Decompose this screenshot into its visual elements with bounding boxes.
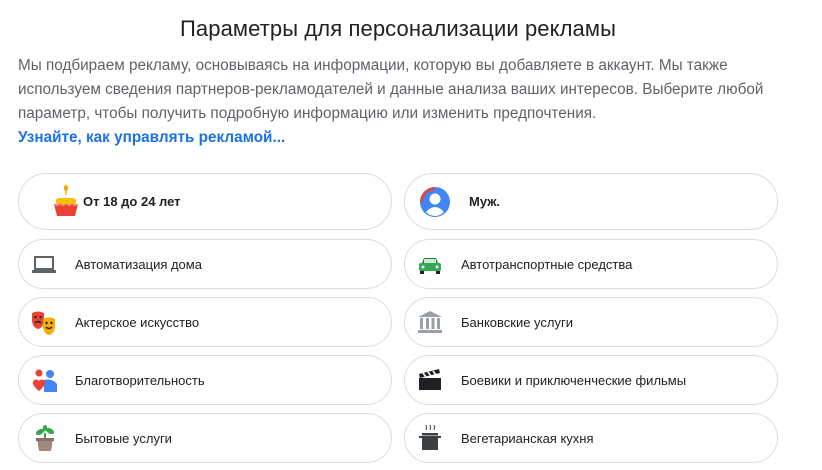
factor-card-vehicles[interactable]: Автотранспортные средства: [404, 239, 778, 289]
factor-label-charity: Благотворительность: [75, 372, 205, 388]
page-title: Параметры для персонализации рекламы: [179, 16, 617, 41]
factor-card-vegetarian[interactable]: Вегетарианская кухня: [404, 413, 778, 463]
clapperboard-icon: [419, 369, 441, 390]
theater-masks-icon: [32, 311, 55, 335]
factor-card-home-automation[interactable]: Автоматизация дома: [18, 239, 392, 289]
factor-label-gender: Муж.: [469, 194, 501, 209]
learn-more-link[interactable]: Узнайте, как управлять рекламой...: [18, 129, 285, 146]
person-avatar-icon: [420, 187, 450, 217]
factor-label-acting: Актерское искусство: [75, 314, 200, 330]
factor-card-charity[interactable]: Благотворительность: [18, 355, 392, 405]
factor-label-action-movies: Боевики и приключенческие фильмы: [461, 372, 687, 388]
car-icon: [419, 258, 441, 274]
factor-label-banking: Банковские услуги: [461, 314, 573, 330]
factor-label-age: От 18 до 24 лет: [83, 194, 181, 209]
factor-card-household-services[interactable]: Бытовые услуги: [18, 413, 392, 463]
factor-card-age[interactable]: От 18 до 24 лет: [18, 173, 392, 230]
factor-label-vehicles: Автотранспортные средства: [461, 256, 633, 272]
people-heart-icon: [32, 369, 57, 392]
factor-card-acting[interactable]: Актерское искусство: [18, 297, 392, 347]
bank-icon: [418, 311, 442, 333]
description-text: Мы подбираем рекламу, основываясь на инф…: [18, 57, 764, 122]
laptop-icon: [32, 256, 56, 273]
cooking-pot-icon: [419, 425, 441, 450]
factor-card-banking[interactable]: Банковские услуги: [404, 297, 778, 347]
factor-label-household-services: Бытовые услуги: [75, 430, 172, 446]
page-description: Мы подбираем рекламу, основываясь на инф…: [18, 54, 788, 150]
potted-plant-icon: [35, 425, 55, 451]
factor-label-home-automation: Автоматизация дома: [75, 256, 202, 272]
birthday-cake-icon: [54, 185, 78, 216]
factor-card-gender[interactable]: Муж.: [404, 173, 778, 230]
factor-label-vegetarian: Вегетарианская кухня: [461, 430, 594, 446]
factor-card-action-movies[interactable]: Боевики и приключенческие фильмы: [404, 355, 778, 405]
